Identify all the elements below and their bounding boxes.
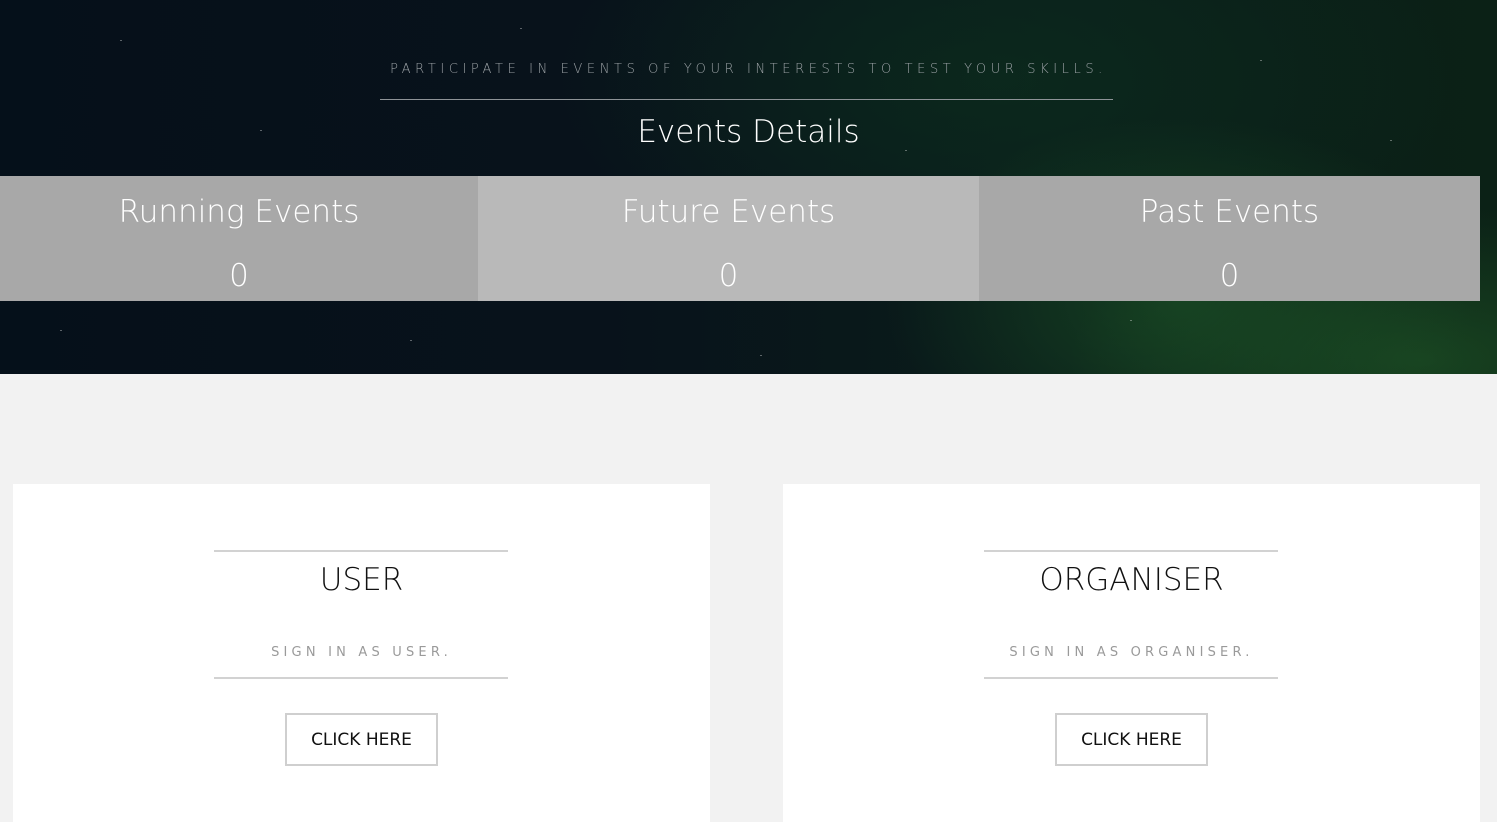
events-details-title: Events Details bbox=[637, 114, 860, 150]
past-events-stat: Past Events 0 bbox=[979, 176, 1480, 301]
organiser-signin-card: ORGANISER SIGN IN AS ORGANISER. CLICK HE… bbox=[783, 484, 1480, 822]
hero-banner: PARTICIPATE IN EVENTS OF YOUR INTERESTS … bbox=[0, 0, 1497, 374]
future-events-stat: Future Events 0 bbox=[478, 176, 979, 301]
user-click-here-button[interactable]: CLICK HERE bbox=[285, 713, 438, 766]
future-events-label: Future Events bbox=[621, 194, 836, 230]
user-card-subtitle: SIGN IN AS USER. bbox=[271, 645, 452, 660]
running-events-count: 0 bbox=[229, 258, 249, 294]
running-events-stat: Running Events 0 bbox=[0, 176, 478, 301]
running-events-label: Running Events bbox=[118, 194, 360, 230]
organiser-card-subtitle: SIGN IN AS ORGANISER. bbox=[1009, 645, 1254, 660]
past-events-label: Past Events bbox=[1139, 194, 1320, 230]
user-card-bottom-divider bbox=[214, 677, 508, 679]
future-events-count: 0 bbox=[718, 258, 739, 294]
organiser-click-here-button[interactable]: CLICK HERE bbox=[1055, 713, 1208, 766]
hero-divider bbox=[380, 99, 1113, 100]
organiser-card-bottom-divider bbox=[984, 677, 1278, 679]
user-card-top-divider bbox=[214, 550, 508, 552]
past-events-count: 0 bbox=[1219, 258, 1240, 294]
user-card-title: USER bbox=[319, 562, 404, 598]
hero-tagline: PARTICIPATE IN EVENTS OF YOUR INTERESTS … bbox=[390, 62, 1107, 77]
organiser-card-top-divider bbox=[984, 550, 1278, 552]
organiser-card-title: ORGANISER bbox=[1039, 562, 1224, 598]
user-signin-card: USER SIGN IN AS USER. CLICK HERE bbox=[13, 484, 710, 822]
